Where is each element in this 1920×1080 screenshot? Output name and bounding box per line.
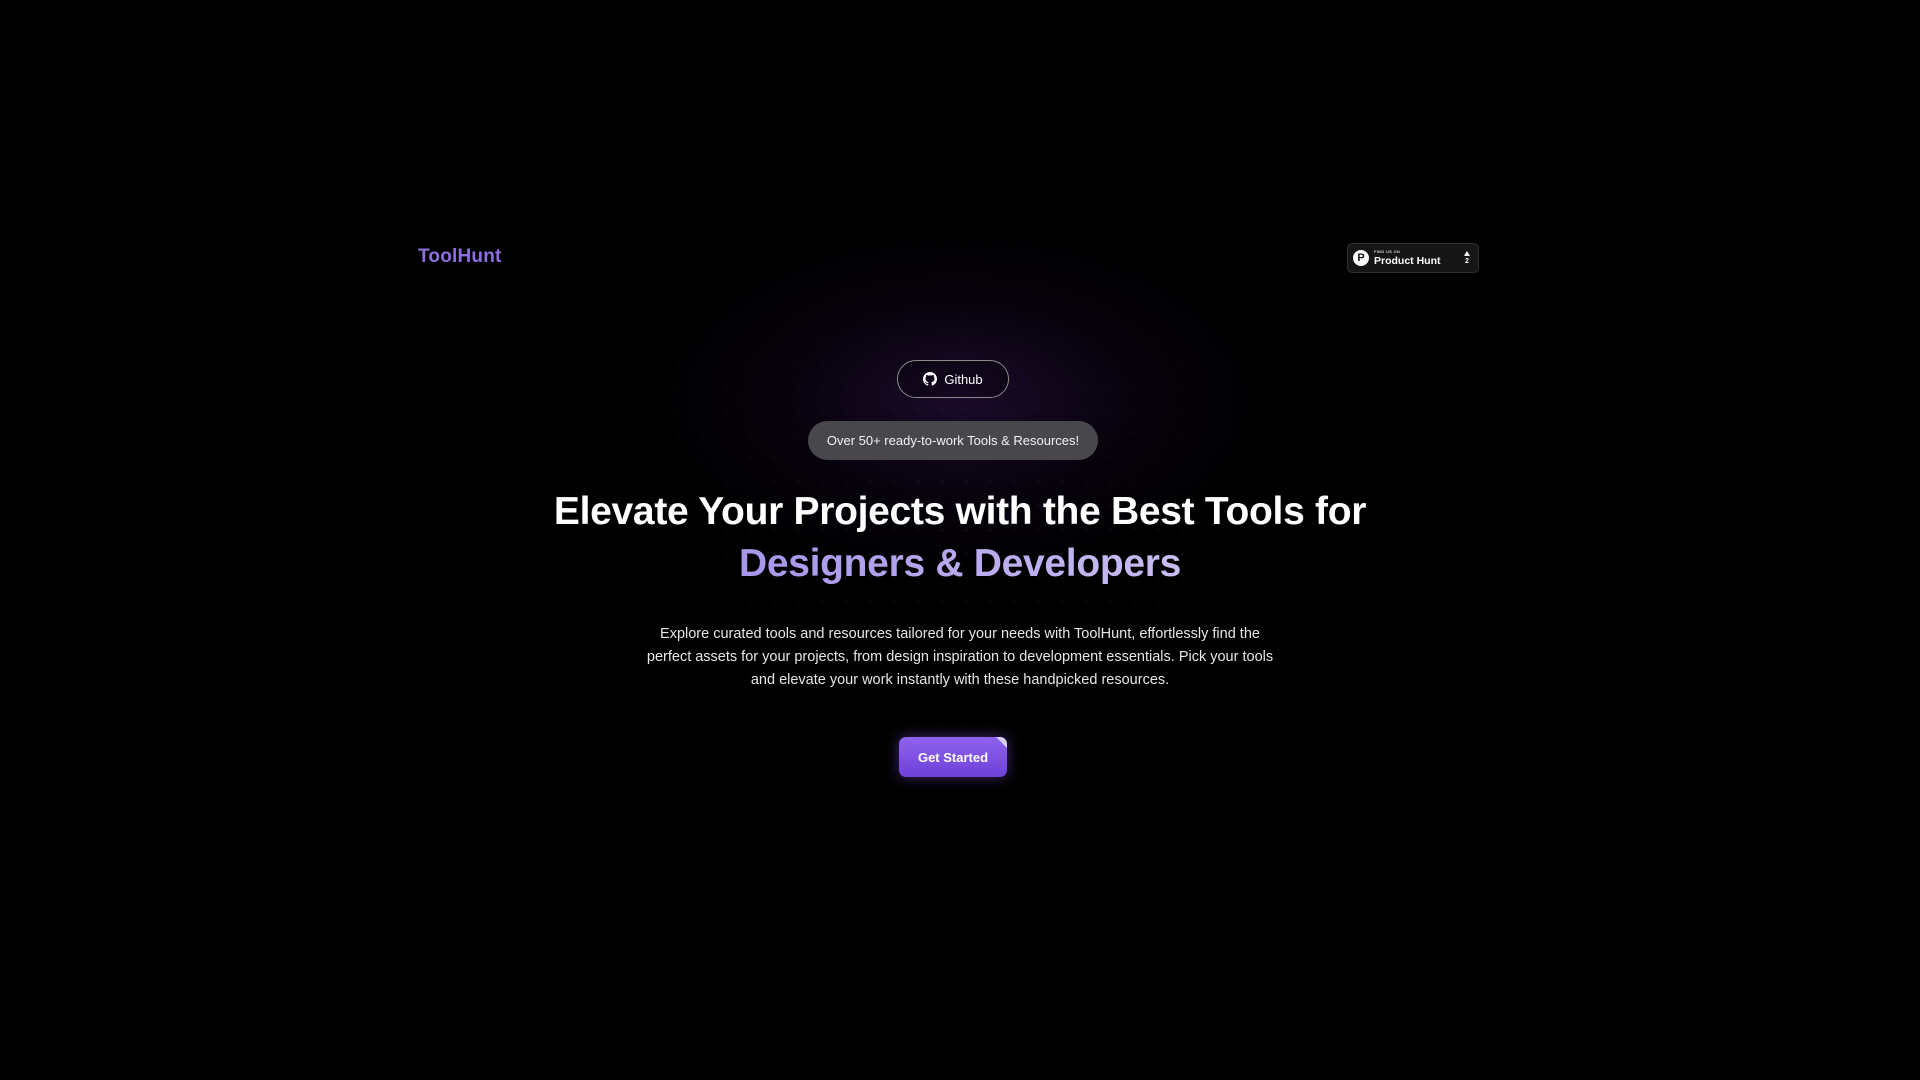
product-hunt-votes: 2 xyxy=(1464,251,1470,265)
get-started-button[interactable]: Get Started xyxy=(899,737,1007,777)
product-hunt-small-text: FIND US ON xyxy=(1374,248,1401,254)
upvote-arrow-icon xyxy=(1464,251,1470,256)
github-icon xyxy=(923,372,938,386)
tools-count-badge: Over 50+ ready-to-work Tools & Resources… xyxy=(808,421,1098,460)
product-hunt-icon: P xyxy=(1353,250,1369,266)
headline-line-1: Elevate Your Projects with the Best Tool… xyxy=(553,490,1367,533)
github-button-label: Github xyxy=(944,371,983,387)
headline-accent: Designers & Developers xyxy=(738,542,1182,585)
brand-logo[interactable]: ToolHunt xyxy=(418,246,502,268)
product-hunt-badge[interactable]: P FIND US ON Product Hunt 2 xyxy=(1347,243,1479,273)
landing-page: ToolHunt P FIND US ON Product Hunt 2 Git… xyxy=(0,0,1920,1080)
hero-headline: Elevate Your Projects with the Best Tool… xyxy=(460,486,1460,590)
get-started-label: Get Started xyxy=(917,749,989,765)
corner-fold-decoration xyxy=(996,737,1007,748)
vote-count: 2 xyxy=(1465,258,1469,265)
github-button[interactable]: Github xyxy=(897,360,1009,398)
product-hunt-text: FIND US ON Product Hunt xyxy=(1374,248,1464,267)
hero-description: Explore curated tools and resources tail… xyxy=(646,626,1274,688)
product-hunt-label: Product Hunt xyxy=(1374,254,1441,267)
